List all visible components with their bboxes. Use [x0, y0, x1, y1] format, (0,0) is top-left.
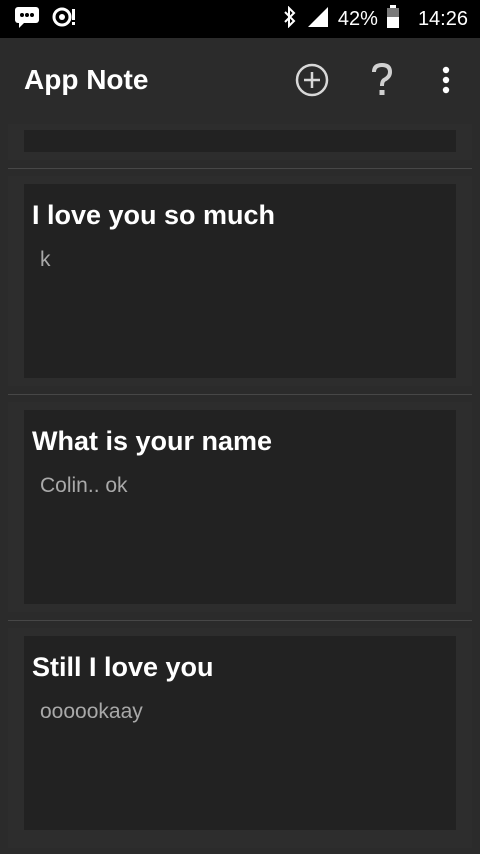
note-title: Still I love you	[32, 652, 214, 682]
battery-percent: 42%	[337, 7, 378, 30]
battery-icon	[386, 4, 400, 34]
chat-notification-icon	[14, 6, 40, 33]
note-item[interactable]	[8, 124, 472, 160]
bluetooth-icon	[282, 5, 298, 33]
note-item[interactable]: I love you so much k	[8, 176, 472, 386]
add-note-button[interactable]	[292, 62, 332, 102]
add-circle-icon	[294, 62, 330, 103]
app-notification-icon	[52, 6, 78, 33]
note-body: oooookaay	[40, 700, 143, 723]
app-bar: App Note	[0, 38, 480, 124]
divider	[8, 394, 472, 395]
note-title: I love you so much	[32, 200, 276, 230]
help-button[interactable]	[362, 62, 402, 102]
note-title: What is your name	[32, 426, 273, 456]
notes-list[interactable]: I love you so much k What is your name C…	[0, 124, 480, 854]
overflow-menu-button[interactable]	[426, 62, 466, 102]
note-card: I love you so much k	[24, 184, 456, 378]
note-item[interactable]: What is your name Colin.. ok	[8, 402, 472, 612]
note-body: k	[40, 248, 51, 271]
divider	[8, 620, 472, 621]
signal-icon	[306, 6, 330, 33]
overflow-menu-icon	[441, 65, 451, 100]
app-title: App Note	[24, 64, 149, 95]
note-card: What is your name Colin.. ok	[24, 410, 456, 604]
note-body: Colin.. ok	[40, 474, 128, 497]
clock: 14:26	[417, 7, 468, 30]
divider	[8, 168, 472, 169]
note-item[interactable]: Still I love you oooookaay	[8, 628, 472, 848]
status-bar: 42% 14:26	[0, 0, 480, 38]
note-card: Still I love you oooookaay	[24, 636, 456, 830]
help-icon	[368, 62, 396, 103]
note-card	[24, 130, 456, 152]
